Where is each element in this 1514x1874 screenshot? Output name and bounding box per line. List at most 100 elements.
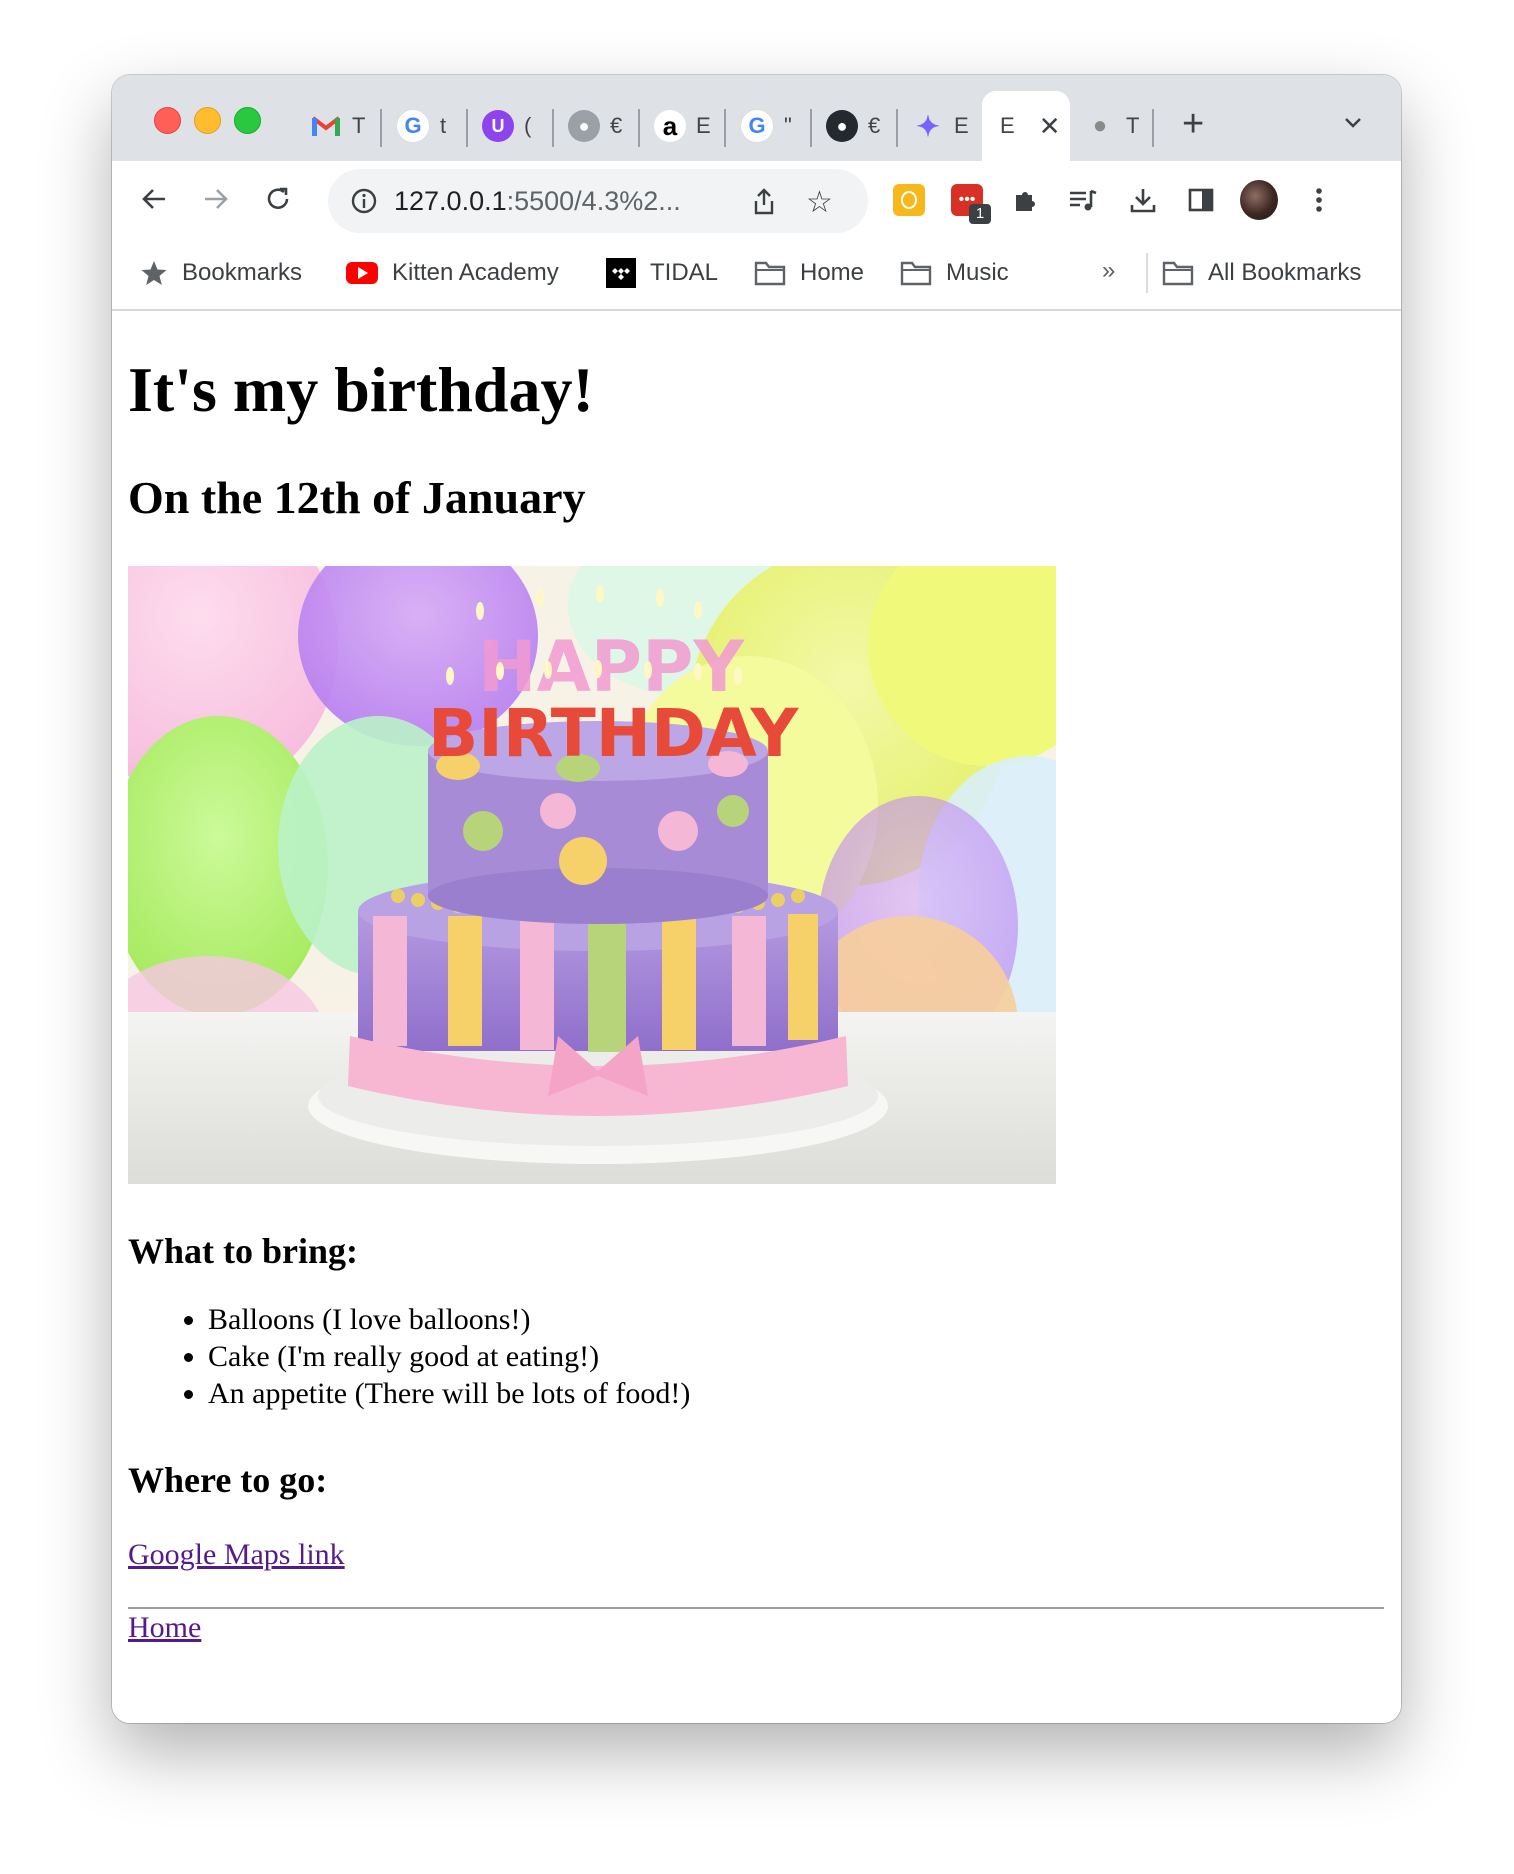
tab-active[interactable]: E ✕ <box>982 91 1070 161</box>
tab-label: E <box>696 113 711 138</box>
forward-button[interactable] <box>196 179 236 219</box>
star-icon <box>140 259 168 287</box>
page-title: It's my birthday! <box>128 354 594 425</box>
tab-divider <box>380 109 382 147</box>
party-date: On the 12th of January <box>128 472 586 523</box>
youtube-icon <box>346 261 378 285</box>
tab-divider <box>810 109 812 147</box>
close-window-button[interactable] <box>154 107 181 134</box>
apple-icon: ● <box>1092 112 1108 139</box>
browser-window: T G t U ( ● € a E G " ● € ✦ E E ✕ ● T + … <box>112 75 1401 1723</box>
list-item: Cake (I'm really good at eating!) <box>208 1338 690 1375</box>
bookmark-kitten-academy[interactable]: Kitten Academy <box>346 255 559 291</box>
bookmark-tidal[interactable]: TIDAL <box>606 255 718 291</box>
minimize-window-button[interactable] <box>194 107 221 134</box>
url-path: :5500/4.3%2... <box>506 186 681 216</box>
bookmarks-bar: Bookmarks Kitten Academy TIDAL Home Musi… <box>112 239 1401 311</box>
tab-label: " <box>784 113 792 138</box>
zoom-window-button[interactable] <box>234 107 261 134</box>
bookmark-label: All Bookmarks <box>1208 259 1362 286</box>
tab-label: t <box>440 113 447 138</box>
tab-label: T <box>1126 113 1140 138</box>
page-content: It's my birthday! On the 12th of January <box>112 311 1401 1723</box>
home-link[interactable]: Home <box>128 1611 201 1645</box>
toolbar: 127.0.0.1:5500/4.3%2... ☆ ••• 1 <box>112 161 1401 239</box>
media-queue-icon[interactable] <box>1064 181 1102 219</box>
tab-gmail[interactable]: T <box>310 101 365 151</box>
tab-divider <box>724 109 726 147</box>
tab-strip: T G t U ( ● € a E G " ● € ✦ E E ✕ ● T + <box>112 75 1401 161</box>
bookmark-label: TIDAL <box>650 259 719 286</box>
birthday-cake-image: HAPPY BIRTHDAY <box>128 566 1056 1184</box>
google-icon: G <box>740 109 774 143</box>
bookmark-bookmarks[interactable]: Bookmarks <box>140 255 302 291</box>
github-icon: ● <box>826 110 858 142</box>
tab-google-2[interactable]: G " <box>740 101 792 151</box>
tab-divider <box>466 109 468 147</box>
list-item: Balloons (I love balloons!) <box>208 1301 690 1338</box>
tab-label: T <box>352 113 366 138</box>
all-bookmarks-folder[interactable]: All Bookmarks <box>1162 255 1361 291</box>
google-icon: G <box>396 109 430 143</box>
bookmark-label: Bookmarks <box>182 259 303 286</box>
where-to-go-heading: Where to go: <box>128 1460 328 1500</box>
bookmark-label: Home <box>800 259 865 286</box>
gmail-icon <box>310 110 342 142</box>
tab-label: € <box>610 113 623 138</box>
tab-divider <box>552 109 554 147</box>
list-item: An appetite (There will be lots of food!… <box>208 1375 690 1412</box>
tab-divider <box>638 109 640 147</box>
menu-kebab-icon[interactable] <box>1300 181 1338 219</box>
bookmark-star-icon[interactable]: ☆ <box>806 185 833 220</box>
extensions-puzzle-icon[interactable] <box>1006 181 1044 219</box>
tab-label: € <box>868 113 881 138</box>
bookmarks-overflow-button[interactable]: » <box>1102 257 1115 285</box>
bookmark-home-folder[interactable]: Home <box>754 255 864 291</box>
folder-icon <box>900 260 932 286</box>
bookmark-label: Music <box>946 259 1009 286</box>
github-icon: ● <box>568 110 600 142</box>
tab-github[interactable]: ● € <box>568 101 622 151</box>
new-tab-button[interactable]: + <box>1182 103 1204 146</box>
address-bar[interactable]: 127.0.0.1:5500/4.3%2... ☆ <box>328 169 868 233</box>
tab-divider <box>1152 109 1154 147</box>
tidal-icon <box>606 258 636 288</box>
bookmark-music-folder[interactable]: Music <box>900 255 1009 291</box>
tab-label: E <box>954 113 969 138</box>
back-button[interactable] <box>134 179 174 219</box>
tab-apple[interactable]: ● T <box>1084 101 1140 151</box>
amazon-icon: a <box>654 110 686 142</box>
tab-label: ( <box>524 113 532 138</box>
cake-candles-birthday: BIRTHDAY <box>428 695 800 772</box>
keep-extension-icon[interactable] <box>890 181 928 219</box>
extension-badge: 1 <box>969 204 991 224</box>
gemini-icon: ✦ <box>916 110 940 142</box>
horizontal-rule <box>128 1607 1384 1609</box>
tab-amazon[interactable]: a E <box>654 101 711 151</box>
site-info-icon[interactable] <box>350 187 378 220</box>
tab-google[interactable]: G t <box>396 101 446 151</box>
google-maps-link[interactable]: Google Maps link <box>128 1538 345 1572</box>
url-host: 127.0.0.1 <box>394 186 507 216</box>
tab-label: E <box>1000 113 1015 138</box>
close-tab-icon[interactable]: ✕ <box>1039 111 1061 142</box>
folder-icon <box>754 260 786 286</box>
todo-extension-icon[interactable]: ••• 1 <box>948 181 991 224</box>
profile-avatar[interactable] <box>1240 180 1278 220</box>
tab-github-2[interactable]: ● € <box>826 101 880 151</box>
unstoppable-icon: U <box>482 110 514 142</box>
tab-search-chevron-icon[interactable] <box>1343 113 1363 133</box>
folder-icon <box>1162 260 1194 286</box>
bring-list: Balloons (I love balloons!) Cake (I'm re… <box>128 1301 690 1412</box>
tab-unstoppable[interactable]: U ( <box>482 101 531 151</box>
download-icon[interactable] <box>1124 181 1162 219</box>
share-icon[interactable] <box>750 187 778 222</box>
bookmark-label: Kitten Academy <box>392 259 559 286</box>
reload-button[interactable] <box>258 179 298 219</box>
what-to-bring-heading: What to bring: <box>128 1231 359 1271</box>
url-text[interactable]: 127.0.0.1:5500/4.3%2... <box>394 186 681 217</box>
tab-gemini[interactable]: ✦ E <box>912 101 969 151</box>
side-panel-icon[interactable] <box>1182 181 1220 219</box>
tab-divider <box>896 109 898 147</box>
bookmarks-divider <box>1146 253 1148 293</box>
